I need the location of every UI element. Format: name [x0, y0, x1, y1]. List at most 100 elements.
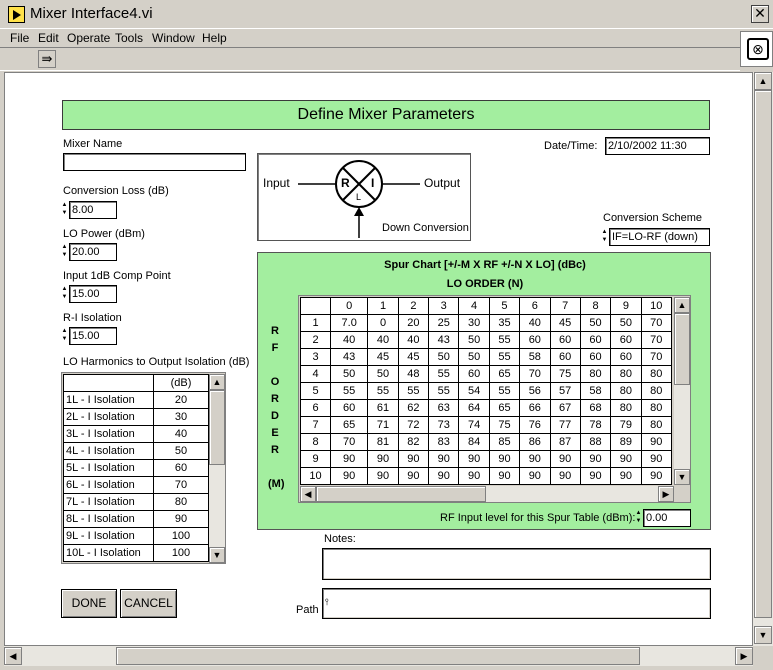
spur-cell[interactable]: 90 [488, 467, 521, 485]
spur-cell[interactable]: 50 [610, 314, 642, 332]
harmonic-value[interactable]: 50 [153, 442, 209, 460]
spur-cell[interactable]: 62 [397, 399, 430, 417]
scroll-up-icon[interactable]: ▲ [209, 374, 225, 390]
menu-window[interactable]: Window [152, 31, 195, 45]
spur-cell[interactable]: 70 [640, 348, 673, 366]
spur-cell[interactable]: 40 [397, 331, 430, 349]
notes-field[interactable] [322, 548, 711, 580]
spur-cell[interactable]: 58 [519, 348, 551, 366]
rf-input-field[interactable]: 0.00 [643, 509, 691, 527]
spur-cell[interactable]: 90 [640, 450, 673, 468]
spur-cell[interactable]: 40 [519, 314, 551, 332]
harmonic-value[interactable]: 100 [153, 544, 209, 562]
spur-cell[interactable]: 90 [579, 467, 612, 485]
harmonic-value[interactable]: 60 [153, 459, 209, 477]
spur-cell[interactable]: 73 [428, 416, 460, 434]
input-comp-stepper[interactable]: ▲ ▼ [61, 285, 68, 303]
lo-power-stepper[interactable]: ▲ ▼ [61, 243, 68, 261]
spur-cell[interactable]: 76 [519, 416, 551, 434]
rf-input-stepper[interactable]: ▲ ▼ [635, 509, 642, 527]
scroll-up-icon[interactable]: ▲ [674, 297, 690, 313]
spur-cell[interactable]: 50 [329, 365, 369, 383]
spur-cell[interactable]: 90 [397, 450, 430, 468]
spur-cell[interactable]: 71 [367, 416, 399, 434]
spur-cell[interactable]: 64 [458, 399, 490, 417]
lo-power-input[interactable]: 20.00 [69, 243, 117, 261]
spur-cell[interactable]: 80 [610, 382, 642, 400]
harmonic-value[interactable]: 70 [153, 476, 209, 494]
spur-cell[interactable]: 80 [640, 399, 673, 417]
harmonic-value[interactable]: 90 [153, 510, 209, 528]
spur-cell[interactable]: 75 [488, 416, 521, 434]
spur-cell[interactable]: 90 [428, 450, 460, 468]
spur-cell[interactable]: 90 [519, 467, 551, 485]
scroll-right-icon[interactable]: ▶ [658, 486, 674, 502]
spur-cell[interactable]: 90 [640, 433, 673, 451]
spur-cell[interactable]: 45 [367, 348, 399, 366]
spur-cell[interactable]: 90 [329, 450, 369, 468]
spur-cell[interactable]: 67 [549, 399, 581, 417]
spur-cell[interactable]: 70 [640, 314, 673, 332]
scroll-up-icon[interactable]: ▲ [754, 72, 772, 90]
spur-cell[interactable]: 35 [488, 314, 521, 332]
spur-cell[interactable]: 54 [458, 382, 490, 400]
spur-cell[interactable]: 55 [397, 382, 430, 400]
spur-cell[interactable]: 68 [579, 399, 612, 417]
scroll-thumb[interactable] [674, 313, 690, 385]
scroll-down-icon[interactable]: ▼ [674, 469, 690, 485]
spur-cell[interactable]: 65 [488, 365, 521, 383]
spur-cell[interactable]: 50 [458, 331, 490, 349]
spur-cell[interactable]: 48 [397, 365, 430, 383]
spur-cell[interactable]: 60 [329, 399, 369, 417]
spur-cell[interactable]: 55 [329, 382, 369, 400]
spur-cell[interactable]: 58 [579, 382, 612, 400]
conversion-scheme-stepper[interactable]: ▲ ▼ [601, 228, 608, 246]
harmonic-value[interactable]: 30 [153, 408, 209, 426]
spur-cell[interactable]: 90 [579, 450, 612, 468]
spur-cell[interactable]: 90 [610, 450, 642, 468]
scroll-thumb[interactable] [754, 90, 772, 618]
spur-cell[interactable]: 40 [367, 331, 399, 349]
spur-cell[interactable]: 60 [610, 348, 642, 366]
spur-cell[interactable]: 90 [610, 467, 642, 485]
spur-cell[interactable]: 90 [367, 467, 399, 485]
ri-isolation-input[interactable]: 15.00 [69, 327, 117, 345]
spur-cell[interactable]: 90 [428, 467, 460, 485]
menu-help[interactable]: Help [202, 31, 227, 45]
scroll-down-icon[interactable]: ▼ [209, 547, 225, 563]
spur-cell[interactable]: 77 [549, 416, 581, 434]
spur-cell[interactable]: 60 [519, 331, 551, 349]
spur-cell[interactable]: 72 [397, 416, 430, 434]
spur-cell[interactable]: 90 [488, 450, 521, 468]
spur-cell[interactable]: 90 [549, 467, 581, 485]
spur-cell[interactable]: 90 [519, 450, 551, 468]
spur-cell[interactable]: 20 [397, 314, 430, 332]
spur-cell[interactable]: 90 [549, 450, 581, 468]
spur-cell[interactable]: 56 [519, 382, 551, 400]
conversion-scheme-ring[interactable]: IF=LO-RF (down) [609, 228, 710, 246]
spur-cell[interactable]: 65 [329, 416, 369, 434]
spur-cell[interactable]: 80 [640, 416, 673, 434]
spur-hscrollbar[interactable]: ◀ ▶ [300, 486, 674, 502]
spur-cell[interactable]: 55 [367, 382, 399, 400]
scroll-left-icon[interactable]: ◀ [4, 647, 22, 665]
spur-cell[interactable]: 60 [549, 331, 581, 349]
hscroll-thumb[interactable] [316, 486, 486, 502]
cancel-button[interactable]: CANCEL [120, 589, 177, 618]
lo-harmonics-scrollbar[interactable]: ▲ ▼ [209, 374, 225, 563]
spur-cell[interactable]: 50 [579, 314, 612, 332]
spur-cell[interactable]: 50 [428, 348, 460, 366]
harmonic-value[interactable]: 100 [153, 527, 209, 545]
spur-cell[interactable]: 84 [458, 433, 490, 451]
spur-vscrollbar[interactable]: ▲ ▼ [674, 297, 690, 485]
spur-cell[interactable]: 45 [549, 314, 581, 332]
spur-cell[interactable]: 63 [428, 399, 460, 417]
spur-cell[interactable]: 80 [579, 365, 612, 383]
path-field[interactable]: ⫯ [322, 588, 711, 619]
spur-cell[interactable]: 25 [428, 314, 460, 332]
spur-cell[interactable]: 90 [329, 467, 369, 485]
input-comp-input[interactable]: 15.00 [69, 285, 117, 303]
spur-cell[interactable]: 80 [640, 382, 673, 400]
vertical-scrollbar[interactable]: ▲ ▼ [753, 72, 773, 646]
spur-cell[interactable]: 79 [610, 416, 642, 434]
